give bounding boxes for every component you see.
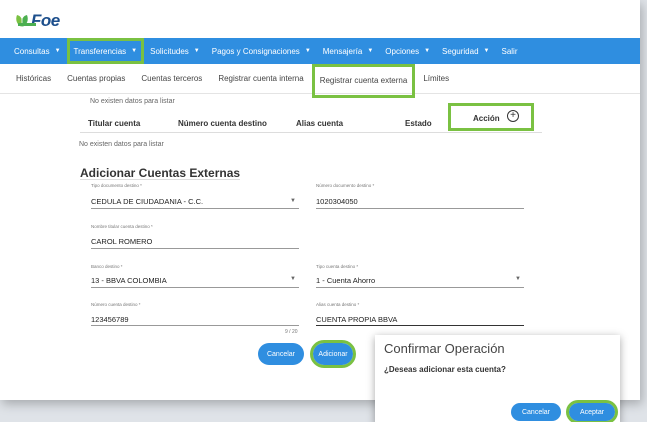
dialog-title: Confirmar Operación bbox=[384, 341, 505, 356]
tab-cuentas-terceros[interactable]: Cuentas terceros bbox=[133, 64, 210, 94]
nav-item-consultas[interactable]: Consultas ▼ bbox=[8, 38, 67, 64]
leaf-logo-icon bbox=[16, 15, 28, 27]
nav-label: Consultas bbox=[14, 46, 50, 56]
nav-label: Salir bbox=[501, 46, 518, 56]
dialog-message: ¿Deseas adicionar esta cuenta? bbox=[384, 365, 506, 374]
caret-down-icon: ▼ bbox=[290, 198, 296, 204]
nav-item-seguridad[interactable]: Seguridad ▼ bbox=[436, 38, 495, 64]
caret-down-icon: ▼ bbox=[515, 276, 521, 282]
numero-cuenta-input[interactable] bbox=[91, 325, 299, 326]
brand-logo[interactable]: Foe bbox=[14, 10, 60, 32]
logo-underline bbox=[18, 23, 36, 26]
caret-down-icon: ▼ bbox=[193, 48, 200, 54]
tipo-cuenta-value: 1 - Cuenta Ahorro bbox=[316, 276, 376, 285]
nav-label: Solicitudes bbox=[150, 46, 189, 56]
numero-documento-value: 1020304050 bbox=[316, 197, 358, 206]
caret-down-icon: ▼ bbox=[54, 48, 61, 54]
nav-item-solicitudes[interactable]: Solicitudes ▼ bbox=[144, 38, 206, 64]
column-header: Estado bbox=[405, 119, 432, 128]
empty-message-top: No existen datos para listar bbox=[90, 98, 175, 105]
dialog-accept-button[interactable]: Aceptar bbox=[566, 400, 618, 422]
nav-item-mensajeria[interactable]: Mensajería ▼ bbox=[317, 38, 380, 64]
nav-label: Transferencias bbox=[73, 46, 127, 56]
nav-item-opciones[interactable]: Opciones ▼ bbox=[379, 38, 436, 64]
caret-down-icon: ▼ bbox=[483, 48, 490, 54]
title-divider bbox=[80, 179, 240, 180]
tab-registrar-cuenta-interna[interactable]: Registrar cuenta interna bbox=[210, 64, 311, 94]
main-navbar: Consultas ▼ Transferencias ▼ Solicitudes ▼ … bbox=[0, 38, 640, 64]
alias-value: CUENTA PROPIA BBVA bbox=[316, 315, 398, 324]
cancel-button[interactable]: Cancelar bbox=[258, 343, 304, 365]
nav-item-pagos[interactable]: Pagos y Consignaciones ▼ bbox=[206, 38, 317, 64]
add-account-button[interactable]: Adicionar bbox=[310, 340, 356, 368]
nav-label: Mensajería bbox=[322, 46, 363, 56]
banco-label: Banco destino * bbox=[91, 264, 123, 269]
nav-item-salir[interactable]: Salir bbox=[495, 38, 523, 64]
tab-historicas[interactable]: Históricas bbox=[8, 64, 59, 94]
tab-cuentas-propias[interactable]: Cuentas propias bbox=[59, 64, 133, 94]
action-column-header: Acción + bbox=[448, 103, 534, 131]
banco-value: 13 - BBVA COLOMBIA bbox=[91, 276, 167, 285]
empty-message-bottom: No existen datos para listar bbox=[79, 141, 164, 148]
confirm-dialog: Confirmar Operación ¿Deseas adicionar es… bbox=[375, 335, 620, 422]
tipo-documento-value: CEDULA DE CIUDADANIA - C.C. bbox=[91, 197, 204, 206]
numero-documento-input[interactable] bbox=[316, 208, 524, 209]
nombre-titular-label: Nombre titular cuenta destino * bbox=[91, 224, 153, 229]
caret-down-icon: ▼ bbox=[290, 276, 296, 282]
tipo-cuenta-select[interactable] bbox=[316, 287, 524, 288]
logo-text: Foe bbox=[31, 11, 60, 30]
nav-label: Opciones bbox=[385, 46, 420, 56]
nombre-titular-value: CAROL ROMERO bbox=[91, 237, 153, 246]
nav-item-transferencias[interactable]: Transferencias ▼ bbox=[66, 38, 145, 64]
character-counter: 9 / 20 bbox=[285, 329, 298, 335]
tab-registrar-cuenta-externa[interactable]: Registrar cuenta externa bbox=[311, 63, 416, 98]
column-header: Número cuenta destino bbox=[178, 119, 267, 128]
caret-down-icon: ▼ bbox=[131, 48, 138, 54]
tipo-documento-select[interactable] bbox=[91, 208, 299, 209]
alias-input[interactable] bbox=[316, 325, 524, 326]
alias-label: Alias cuenta destino * bbox=[316, 302, 360, 307]
add-circle-icon[interactable]: + bbox=[507, 110, 519, 122]
sub-navbar: Históricas Cuentas propias Cuentas terce… bbox=[0, 63, 640, 98]
numero-documento-label: Número documento destino * bbox=[316, 183, 375, 188]
tipo-cuenta-label: Tipo cuenta destino * bbox=[316, 264, 359, 269]
nav-label: Pagos y Consignaciones bbox=[211, 46, 300, 56]
column-header: Acción bbox=[473, 114, 500, 123]
nav-label: Seguridad bbox=[442, 46, 479, 56]
app-header: Foe bbox=[0, 0, 640, 38]
tipo-documento-label: Tipo documento destino * bbox=[91, 183, 142, 188]
caret-down-icon: ▼ bbox=[304, 48, 311, 54]
numero-cuenta-value: 123456789 bbox=[91, 315, 129, 324]
column-header: Alias cuenta bbox=[296, 119, 344, 128]
banco-select[interactable] bbox=[91, 287, 299, 288]
numero-cuenta-label: Número cuenta destino * bbox=[91, 302, 141, 307]
form-title: Adicionar Cuentas Externas bbox=[80, 166, 241, 180]
dialog-cancel-button[interactable]: Cancelar bbox=[511, 403, 561, 421]
nombre-titular-input[interactable] bbox=[91, 248, 299, 249]
tab-limites[interactable]: Límites bbox=[415, 64, 457, 94]
caret-down-icon: ▼ bbox=[367, 48, 374, 54]
column-header: Titular cuenta bbox=[88, 119, 141, 128]
caret-down-icon: ▼ bbox=[424, 48, 431, 54]
